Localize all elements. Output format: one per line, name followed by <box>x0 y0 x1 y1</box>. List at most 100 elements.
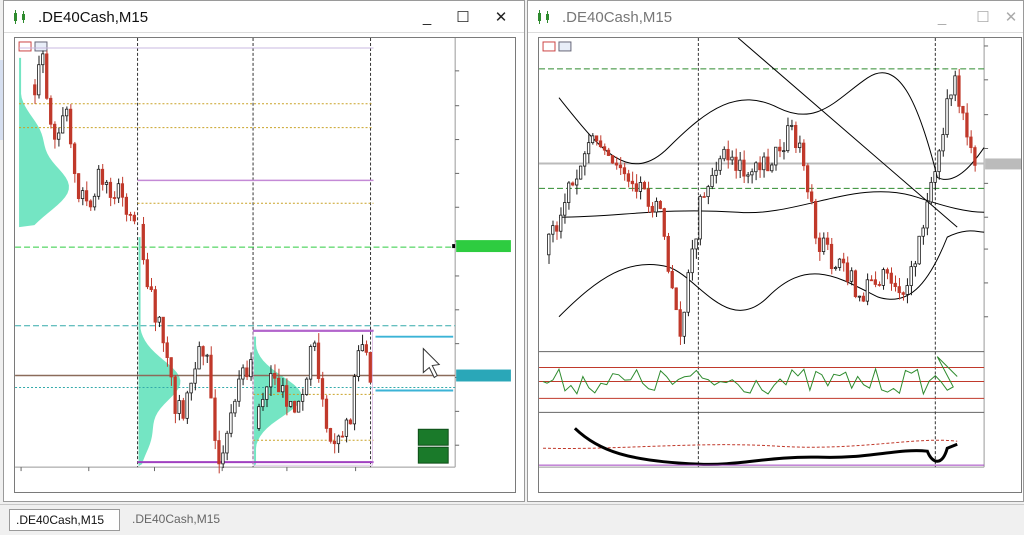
candle <box>750 171 754 176</box>
candle <box>786 125 790 152</box>
candle <box>145 259 149 288</box>
candle <box>300 394 305 402</box>
candle <box>610 155 615 164</box>
candle <box>606 149 611 156</box>
candle <box>41 53 45 66</box>
candle <box>153 289 157 323</box>
candle <box>849 270 854 282</box>
candle <box>642 182 646 190</box>
chart-info-icon <box>558 41 572 52</box>
candle <box>72 143 77 175</box>
candle <box>132 214 136 222</box>
candle <box>567 182 571 203</box>
candle <box>578 165 583 180</box>
poc-button[interactable] <box>417 428 449 446</box>
candle <box>730 156 734 161</box>
candles-1 <box>33 50 372 474</box>
chart-tab-1[interactable]: .DE40Cash,M15 <box>9 509 120 531</box>
candle <box>249 359 253 378</box>
candle <box>68 108 73 145</box>
candle <box>64 108 69 117</box>
candle <box>193 368 197 384</box>
candle <box>722 148 726 160</box>
minimize-button[interactable]: _ <box>416 7 438 29</box>
candle <box>96 168 101 197</box>
candle <box>124 196 129 215</box>
candle <box>909 266 913 286</box>
candle <box>881 269 885 286</box>
candle <box>654 200 658 213</box>
maximize-button[interactable]: ☐ <box>972 7 994 29</box>
candle <box>185 392 189 419</box>
tp-marker <box>452 244 456 249</box>
candle <box>277 377 281 393</box>
candle <box>304 378 309 395</box>
candle <box>805 165 810 193</box>
candle <box>762 156 766 171</box>
chart-tab-2[interactable]: .DE40Cash,M15 <box>126 509 236 531</box>
close-button[interactable]: ✕ <box>490 7 512 29</box>
candle <box>937 150 941 173</box>
candle <box>49 97 53 125</box>
candle <box>618 164 623 169</box>
candle <box>116 183 121 199</box>
candle <box>845 262 850 282</box>
window-title: .DE40Cash,M15 <box>38 9 149 26</box>
candle <box>957 75 961 107</box>
candle <box>694 238 698 250</box>
candle <box>348 419 353 425</box>
candle <box>833 267 838 270</box>
candle <box>889 272 893 284</box>
chart-window-2[interactable]: .DE40Cash,M15 _ ☐ ✕ <box>527 0 1024 502</box>
candle <box>84 190 89 202</box>
candle <box>53 123 57 140</box>
chart-menu-icon <box>18 41 32 52</box>
candle <box>296 400 301 413</box>
candle <box>265 386 269 400</box>
candle <box>571 182 575 186</box>
close-button[interactable]: ✕ <box>1000 7 1022 29</box>
candle <box>233 400 237 414</box>
candle <box>273 373 277 379</box>
candle <box>225 432 229 454</box>
candle <box>746 174 750 177</box>
candle <box>953 75 957 96</box>
candle <box>221 452 225 465</box>
candle <box>217 440 221 465</box>
candle <box>921 227 925 237</box>
candle <box>738 159 742 171</box>
candle <box>682 311 686 337</box>
candle <box>197 346 201 370</box>
maximize-button[interactable]: ☐ <box>452 7 474 29</box>
candle <box>60 115 65 134</box>
volume-profile-2 <box>138 237 181 467</box>
candle <box>893 282 897 288</box>
chart-window-1[interactable]: .DE40Cash,M15 _ ☐ ✕ <box>3 0 525 502</box>
candle <box>809 191 814 202</box>
candle <box>157 316 161 323</box>
candle <box>237 378 241 402</box>
candle <box>929 181 933 203</box>
candle <box>590 135 595 144</box>
candle <box>766 156 770 172</box>
candle <box>825 237 830 245</box>
price-chart-2[interactable] <box>538 37 1022 493</box>
price-chart-1[interactable] <box>14 37 516 493</box>
candle <box>189 382 193 394</box>
candle <box>336 435 341 445</box>
candle <box>646 188 650 207</box>
candle <box>269 373 273 388</box>
candle <box>100 168 105 185</box>
candle <box>169 357 173 378</box>
window-titlebar[interactable]: .DE40Cash,M15 _ ☐ ✕ <box>528 1 1023 33</box>
vol-button[interactable] <box>417 446 449 464</box>
candle <box>622 167 627 175</box>
candle <box>794 124 798 149</box>
candle <box>865 279 870 302</box>
candle <box>598 140 603 148</box>
minimize-button[interactable]: _ <box>931 7 953 29</box>
chart-candles-icon <box>14 10 25 24</box>
window-titlebar[interactable]: .DE40Cash,M15 _ ☐ ✕ <box>4 1 524 33</box>
candle <box>885 269 889 274</box>
candle <box>281 385 285 393</box>
